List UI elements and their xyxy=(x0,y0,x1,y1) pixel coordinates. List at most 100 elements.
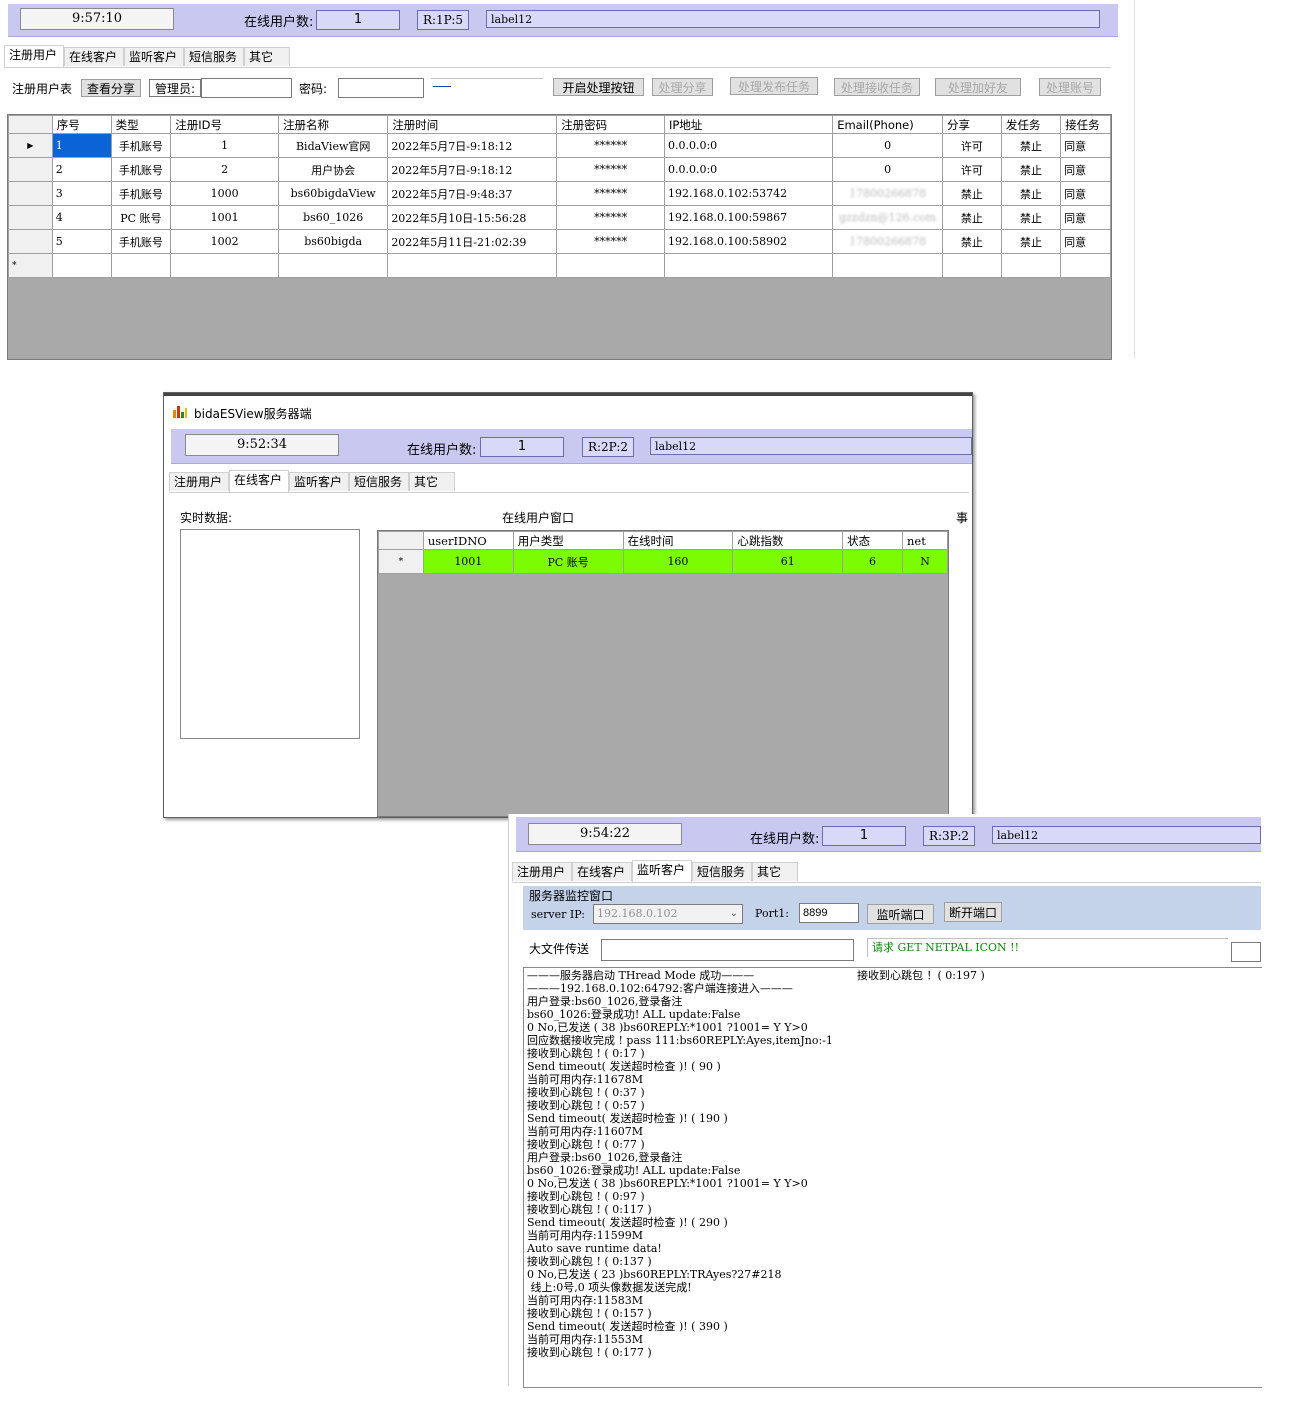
cell-share[interactable]: 禁止 xyxy=(941,229,1002,254)
table-row[interactable]: 4 PC 账号 1001 bs60_1026 2022年5月10日-15:56:28 **… xyxy=(8,205,1111,230)
cell-password[interactable]: ****** xyxy=(556,133,665,158)
cell-name[interactable]: bs60bigdaView xyxy=(278,181,389,206)
cell-name[interactable]: 用户协会 xyxy=(278,157,389,182)
admin-input[interactable] xyxy=(201,78,292,98)
col-header-user-type[interactable]: 用户类型 xyxy=(512,531,624,550)
tab-online-clients[interactable]: 在线客户 xyxy=(572,862,632,881)
handle-receive-button[interactable]: 处理接收任务 xyxy=(834,78,920,96)
col-header-status[interactable]: 状态 xyxy=(842,531,903,550)
password-input[interactable] xyxy=(338,78,424,98)
tab-sms-service[interactable]: 短信服务 xyxy=(184,47,244,66)
col-header-id[interactable]: 注册ID号 xyxy=(170,115,280,134)
col-header-type[interactable]: 类型 xyxy=(110,115,172,134)
cell-online-time[interactable]: 160 xyxy=(622,549,734,574)
tab-other[interactable]: 其它 xyxy=(244,47,290,66)
col-header-net[interactable]: net xyxy=(902,531,948,550)
cell-type[interactable]: 手机账号 xyxy=(110,181,172,206)
cell-receive[interactable]: 同意 xyxy=(1060,157,1111,182)
col-header-heartbeat[interactable]: 心跳指数 xyxy=(732,531,844,550)
log-panel[interactable]: ———服务器启动 THread Mode 成功——— ———192.168.0.… xyxy=(523,967,1262,1388)
row-header[interactable] xyxy=(8,229,53,254)
tab-other[interactable]: 其它 xyxy=(409,472,455,491)
cell-type[interactable]: 手机账号 xyxy=(110,157,172,182)
empty-cell[interactable] xyxy=(110,253,172,278)
cell-publish[interactable]: 禁止 xyxy=(1000,205,1062,230)
cell-index[interactable]: 3 xyxy=(51,181,112,206)
server-ip-select[interactable]: 192.168.0.102 ⌄ xyxy=(593,904,743,924)
tab-sms-service[interactable]: 短信服务 xyxy=(692,862,752,881)
col-header-time[interactable]: 注册时间 xyxy=(387,115,558,134)
empty-cell[interactable] xyxy=(556,253,665,278)
empty-cell[interactable] xyxy=(278,253,389,278)
cell-receive[interactable]: 同意 xyxy=(1060,133,1111,158)
table-row[interactable]: ▶ 1 手机账号 1 BidaView官网 2022年5月7日-9:18:12 ******… xyxy=(8,133,1111,158)
cell-time[interactable]: 2022年5月10日-15:56:28 xyxy=(387,205,558,230)
table-row[interactable]: 3 手机账号 1000 bs60bigdaView 2022年5月7日-9:48:37 *… xyxy=(8,181,1111,206)
tab-registered-users[interactable]: 注册用户 xyxy=(4,45,64,67)
col-header-password[interactable]: 注册密码 xyxy=(556,115,665,134)
cell-share[interactable]: 禁止 xyxy=(941,205,1002,230)
cell-name[interactable]: bs60bigda xyxy=(278,229,389,254)
empty-cell[interactable] xyxy=(832,253,943,278)
cell-receive[interactable]: 同意 xyxy=(1060,229,1111,254)
side-input[interactable] xyxy=(1231,942,1261,962)
col-header-index[interactable]: 序号 xyxy=(51,115,112,134)
col-header-name[interactable]: 注册名称 xyxy=(278,115,389,134)
new-row[interactable]: * xyxy=(8,253,1111,278)
cell-id[interactable]: 1002 xyxy=(170,229,280,254)
cell-email[interactable]: 17800266878 xyxy=(832,181,943,206)
cell-password[interactable]: ****** xyxy=(556,181,665,206)
cell-receive[interactable]: 同意 xyxy=(1060,205,1111,230)
current-row-arrow-icon[interactable]: ▶ xyxy=(8,133,53,158)
cell-publish[interactable]: 禁止 xyxy=(1000,181,1062,206)
cell-id[interactable]: 1001 xyxy=(170,205,280,230)
empty-cell[interactable] xyxy=(941,253,1002,278)
cell-id[interactable]: 1000 xyxy=(170,181,280,206)
cell-user-type[interactable]: PC 账号 xyxy=(512,549,624,574)
listen-port-button[interactable]: 监听端口 xyxy=(867,904,934,924)
row-header[interactable] xyxy=(8,157,53,182)
col-header-publish[interactable]: 发任务 xyxy=(1000,115,1062,134)
tab-listen-clients[interactable]: 监听客户 xyxy=(124,47,184,66)
cell-password[interactable]: ****** xyxy=(556,229,665,254)
cell-ip[interactable]: 192.168.0.102:53742 xyxy=(663,181,834,206)
tab-registered-users[interactable]: 注册用户 xyxy=(169,472,229,491)
cell-index[interactable]: 5 xyxy=(51,229,112,254)
cell-status[interactable]: 6 xyxy=(842,549,903,574)
cell-password[interactable]: ****** xyxy=(556,157,665,182)
view-share-button[interactable]: 查看分享 xyxy=(81,79,141,97)
tab-sms-service[interactable]: 短信服务 xyxy=(349,472,409,491)
table-row[interactable]: 2 手机账号 2 用户协会 2022年5月7日-9:18:12 ****** 0.0.0.0… xyxy=(8,157,1111,182)
tab-other[interactable]: 其它 xyxy=(752,862,798,881)
cell-ip[interactable]: 0.0.0.0:0 xyxy=(663,157,834,182)
open-handle-button[interactable]: 开启处理按钮 xyxy=(553,78,644,96)
cell-name[interactable]: bs60_1026 xyxy=(278,205,389,230)
cell-password[interactable]: ****** xyxy=(556,205,665,230)
cell-receive[interactable]: 同意 xyxy=(1060,181,1111,206)
empty-cell[interactable] xyxy=(663,253,834,278)
cell-time[interactable]: 2022年5月7日-9:18:12 xyxy=(387,157,558,182)
port-input[interactable]: 8899 xyxy=(799,903,859,923)
cell-type[interactable]: 手机账号 xyxy=(110,229,172,254)
table-row[interactable]: * 1001 PC 账号 160 61 6 N xyxy=(378,549,948,574)
cell-publish[interactable]: 禁止 xyxy=(1000,229,1062,254)
disconnect-port-button[interactable]: 断开端口 xyxy=(944,902,1002,922)
cell-time[interactable]: 2022年5月7日-9:48:37 xyxy=(387,181,558,206)
empty-cell[interactable] xyxy=(1060,253,1111,278)
cell-index[interactable]: 1 xyxy=(51,133,112,158)
row-header[interactable] xyxy=(8,181,53,206)
cell-index[interactable]: 4 xyxy=(51,205,112,230)
tab-listen-clients[interactable]: 监听客户 xyxy=(289,472,349,491)
cell-net[interactable]: N xyxy=(902,549,948,574)
handle-account-button[interactable]: 处理账号 xyxy=(1039,78,1101,96)
cell-time[interactable]: 2022年5月7日-9:18:12 xyxy=(387,133,558,158)
tab-registered-users[interactable]: 注册用户 xyxy=(512,862,572,881)
cell-name[interactable]: BidaView官网 xyxy=(278,133,389,158)
cell-heartbeat[interactable]: 61 xyxy=(732,549,844,574)
cell-ip[interactable]: 192.168.0.100:59867 xyxy=(663,205,834,230)
cell-email[interactable]: 0 xyxy=(832,133,943,158)
big-file-input[interactable] xyxy=(601,939,854,961)
cell-publish[interactable]: 禁止 xyxy=(1000,157,1062,182)
handle-share-button[interactable]: 处理分享 xyxy=(652,78,713,96)
cell-type[interactable]: 手机账号 xyxy=(110,133,172,158)
